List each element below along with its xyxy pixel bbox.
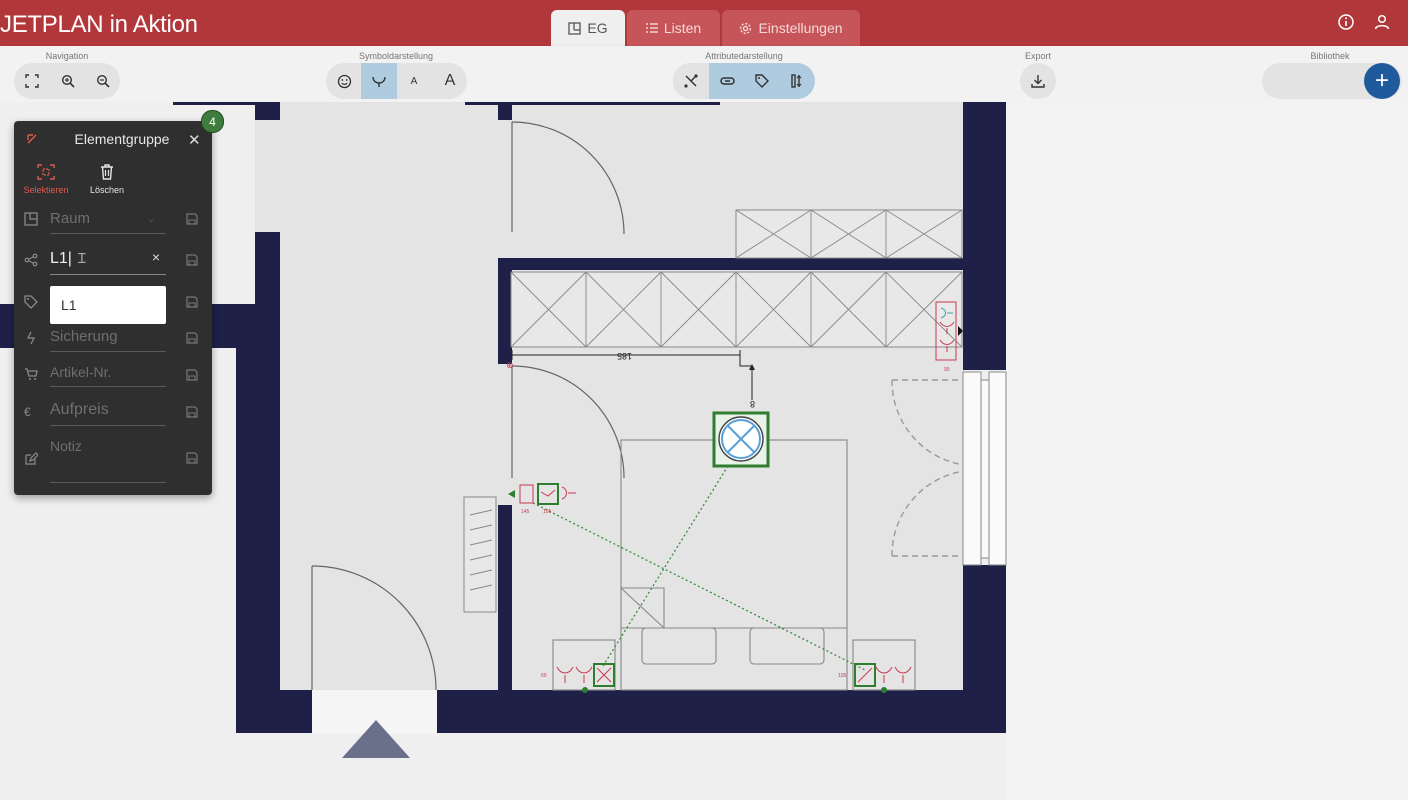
small-marker-icon: ⊕ bbox=[506, 360, 514, 370]
fuse-placeholder: Sicherung bbox=[50, 328, 118, 345]
wall-socket-label: 90 bbox=[944, 367, 950, 373]
collapse-icon[interactable] bbox=[26, 133, 38, 145]
socket-symbol-icon bbox=[372, 76, 386, 87]
toolbar: Navigation Symboldarstellung Attributeda… bbox=[0, 46, 1408, 102]
fit-screen-button[interactable] bbox=[14, 63, 50, 99]
tag-icon bbox=[755, 74, 769, 88]
chevron-down-icon: ⌄ bbox=[146, 213, 156, 225]
floorplan-icon bbox=[568, 21, 582, 35]
download-icon bbox=[1031, 75, 1045, 88]
symbol-socket-button[interactable] bbox=[361, 63, 397, 99]
symbol-label: Symboldarstellung bbox=[358, 51, 434, 61]
selection-count-badge: 4 bbox=[201, 110, 224, 133]
cart-icon bbox=[24, 367, 40, 383]
height-label: 8 bbox=[750, 399, 755, 409]
article-number-input[interactable]: Artikel-Nr. bbox=[50, 364, 166, 387]
top-bar: JETPLAN in Aktion EG Listen Einstellunge… bbox=[0, 0, 1408, 46]
fuse-icon bbox=[791, 74, 802, 88]
circuit-value: L1 bbox=[50, 250, 68, 267]
fit-screen-icon bbox=[25, 74, 39, 88]
article-placeholder: Artikel-Nr. bbox=[50, 364, 112, 380]
attr-connection-button[interactable] bbox=[673, 63, 709, 99]
zoom-in-button[interactable] bbox=[50, 63, 86, 99]
tag-icon bbox=[24, 295, 40, 311]
clear-icon[interactable]: × bbox=[152, 249, 160, 265]
trash-icon bbox=[101, 164, 113, 180]
room-select[interactable]: Raum ⌄ bbox=[50, 210, 166, 234]
save-icon[interactable] bbox=[186, 452, 200, 466]
export-button[interactable] bbox=[1020, 63, 1056, 99]
tab-listen-label: Listen bbox=[663, 20, 702, 36]
edit-icon bbox=[24, 452, 40, 468]
save-icon[interactable] bbox=[186, 254, 200, 268]
delete-button[interactable]: Löschen bbox=[77, 163, 137, 195]
attr-tag-button[interactable] bbox=[744, 63, 780, 99]
switch-label-right: 105 bbox=[543, 509, 552, 515]
tab-listen[interactable]: Listen bbox=[627, 10, 720, 46]
smiley-icon bbox=[337, 74, 351, 88]
fuse-icon bbox=[24, 331, 40, 347]
navigation-label: Navigation bbox=[45, 51, 89, 61]
text-large-button[interactable]: A bbox=[432, 63, 468, 99]
app-title: JETPLAN in Aktion bbox=[0, 11, 198, 38]
user-icon[interactable] bbox=[1373, 13, 1393, 33]
euro-icon: € bbox=[24, 405, 31, 419]
tab-eg-label: EG bbox=[587, 20, 608, 36]
save-icon[interactable] bbox=[186, 332, 200, 346]
tab-einstellungen[interactable]: Einstellungen bbox=[722, 10, 860, 46]
link-icon bbox=[719, 77, 735, 85]
panel-title: Elementgruppe bbox=[74, 131, 170, 147]
select-icon bbox=[37, 164, 55, 180]
socket-label-right: 105 bbox=[838, 673, 847, 679]
circuit-option[interactable]: L1 bbox=[50, 286, 166, 324]
close-icon[interactable]: ✕ bbox=[188, 131, 201, 149]
dimension-label: 185 bbox=[617, 351, 632, 361]
zoom-in-icon bbox=[61, 74, 75, 88]
select-button[interactable]: Selektieren bbox=[16, 163, 76, 195]
gear-icon bbox=[740, 22, 752, 34]
info-icon[interactable] bbox=[1337, 13, 1357, 33]
note-textarea[interactable]: Notiz bbox=[50, 438, 166, 483]
library-label: Bibliothek bbox=[1310, 51, 1350, 61]
save-icon[interactable] bbox=[186, 369, 200, 383]
list-icon bbox=[645, 23, 658, 33]
text-small-button[interactable]: A bbox=[396, 63, 432, 99]
zoom-out-button[interactable] bbox=[85, 63, 121, 99]
socket-label-left: 60 bbox=[541, 673, 547, 679]
room-icon bbox=[24, 212, 40, 228]
tab-einstellungen-label: Einstellungen bbox=[758, 20, 843, 36]
fuse-select[interactable]: Sicherung bbox=[50, 328, 166, 352]
note-placeholder: Notiz bbox=[50, 438, 82, 454]
save-icon[interactable] bbox=[186, 213, 200, 227]
tab-eg[interactable]: EG bbox=[551, 10, 625, 46]
attr-link-button[interactable] bbox=[709, 63, 745, 99]
add-button[interactable]: + bbox=[1364, 63, 1400, 99]
connection-icon bbox=[684, 74, 698, 88]
attr-fuse-button[interactable] bbox=[779, 63, 815, 99]
save-icon[interactable] bbox=[186, 296, 200, 310]
circuit-input[interactable]: L1| Ɪ × bbox=[50, 249, 166, 275]
switch-label-left: 145 bbox=[521, 509, 530, 515]
circuit-icon bbox=[24, 253, 40, 269]
surcharge-placeholder: Aufpreis bbox=[50, 401, 109, 418]
attribute-label: Attributedarstellung bbox=[705, 51, 783, 61]
surcharge-input[interactable]: Aufpreis bbox=[50, 401, 166, 426]
select-label: Selektieren bbox=[23, 185, 69, 195]
zoom-out-icon bbox=[96, 74, 110, 88]
room-placeholder: Raum bbox=[50, 210, 91, 227]
save-icon[interactable] bbox=[186, 406, 200, 420]
delete-label: Löschen bbox=[89, 185, 125, 195]
element-group-panel: Elementgruppe ✕ Selektieren Löschen Raum… bbox=[14, 121, 212, 495]
symbol-face-button[interactable] bbox=[326, 63, 362, 99]
text-cursor-icon: Ɪ bbox=[77, 250, 86, 266]
export-label: Export bbox=[1024, 51, 1051, 61]
